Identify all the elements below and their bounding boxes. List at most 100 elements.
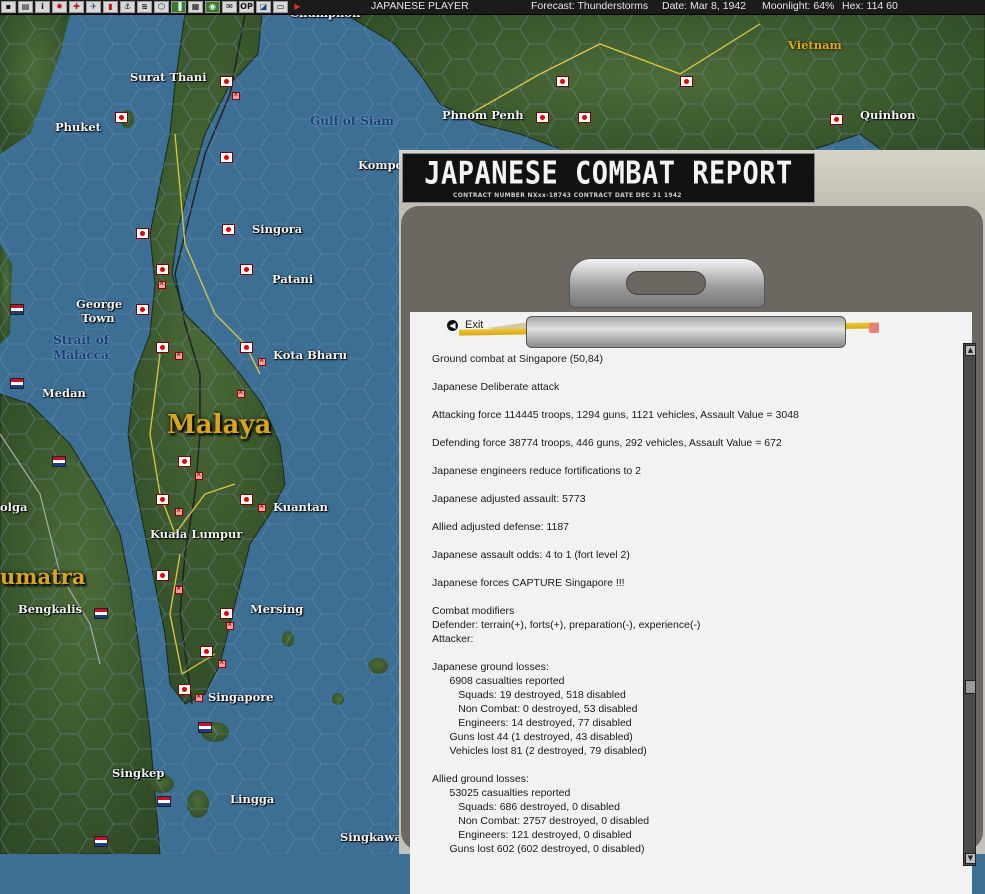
allied-dutch-unit-marker[interactable] [198,722,212,733]
allied-dutch-unit-marker[interactable] [94,608,108,619]
japanese-unit-marker[interactable] [220,76,233,87]
flag-red-icon[interactable]: ▮ [103,1,118,13]
report-line [432,422,952,436]
base-marker[interactable] [226,619,234,630]
japanese-unit-marker[interactable] [680,76,693,87]
map-label-kuantan: Kuantan [273,500,329,514]
report-line: Squads: 19 destroyed, 518 disabled [432,689,626,701]
base-marker[interactable] [258,501,266,512]
disk-icon[interactable]: ▪ [1,1,16,13]
base-marker[interactable] [237,387,245,398]
printer-icon[interactable]: ▤ [18,1,33,13]
report-line [432,562,952,576]
report-line [432,590,952,604]
japanese-unit-marker[interactable] [136,228,149,239]
clipboard: ◀ Exit Ground combat at Singapore (50,84… [401,206,983,894]
map-label-singora: Singora [252,222,303,236]
report-line: Defending force 38774 troops, 446 guns, … [432,437,782,449]
japanese-unit-marker[interactable] [536,112,549,123]
japanese-unit-marker[interactable] [220,152,233,163]
report-line [432,506,952,520]
report-line: Defender: terrain(+), forts(+), preparat… [432,619,701,631]
allied-dutch-unit-marker[interactable] [10,304,24,315]
allied-dutch-unit-marker[interactable] [157,796,171,807]
combat-report-panel: ◀ Exit Ground combat at Singapore (50,84… [399,150,985,894]
japanese-unit-marker[interactable] [240,264,253,275]
report-line: Vehicles lost 81 (2 destroyed, 79 disabl… [432,745,647,757]
japanese-unit-marker[interactable] [240,494,253,505]
japanese-unit-marker[interactable] [578,112,591,123]
japanese-unit-marker[interactable] [156,342,169,353]
next-icon[interactable]: ◪ [256,1,271,13]
map-label-lingga: Lingga [230,792,275,806]
japanese-unit-marker[interactable] [220,608,233,619]
japanese-unit-marker[interactable] [178,456,191,467]
japanese-unit-marker[interactable] [200,646,213,657]
info-icon[interactable]: i [35,1,50,13]
aircraft-icon[interactable]: ✚ [69,1,84,13]
map-label-vietnam: Vietnam [788,38,842,52]
report-line: Attacker: [432,633,474,645]
base-marker[interactable] [175,583,183,594]
map-label-gulf-of-siam: Gulf of Siam [310,114,394,128]
menu-icon[interactable]: ▐ [171,1,186,13]
report-line: Japanese ground losses: [432,661,549,673]
clipboard-bar [526,316,846,348]
japanese-unit-marker[interactable] [156,494,169,505]
naval-icon[interactable]: ✈ [86,1,101,13]
allied-dutch-unit-marker[interactable] [10,378,24,389]
japanese-unit-marker[interactable] [830,114,843,125]
exit-button[interactable]: ◀ Exit [447,318,483,332]
report-scrollbar[interactable]: ▲ ▼ [963,343,976,866]
flag-icon[interactable]: ✸ [52,1,67,13]
scroll-up-button[interactable]: ▲ [965,345,976,356]
japanese-unit-marker[interactable] [115,112,128,123]
base-marker[interactable] [232,89,240,100]
report-line: Allied adjusted defense: 1187 [432,521,569,533]
report-line: Ground combat at Singapore (50,84) [432,353,604,365]
base-marker[interactable] [195,691,203,702]
pen-icon[interactable]: ▭ [273,1,288,13]
report-line [432,394,952,408]
toolbar-icons: ▪ ▤ i ✸ ✚ ✈ ▮ ⚓ ≋ ⬡ ▐ ▦ ◉ ✉ OP ◪ ▭ ▶ [0,0,307,14]
map-icon[interactable]: ≋ [137,1,152,13]
japanese-unit-marker[interactable] [156,570,169,581]
report-text: Ground combat at Singapore (50,84) Japane… [432,352,952,856]
report-line: Non Combat: 2757 destroyed, 0 disabled [432,815,650,827]
scroll-thumb[interactable] [965,680,976,694]
map-label-singkep: Singkep [112,766,165,780]
map-label-phuket: Phuket [55,120,101,134]
report-header-banner: JAPANESE COMBAT REPORT CONTRACT NUMBER N… [402,153,815,203]
report-line: Squads: 686 destroyed, 0 disabled [432,801,620,813]
bridge-icon[interactable]: ◉ [205,1,220,13]
base-marker[interactable] [258,355,266,366]
japanese-unit-marker[interactable] [156,264,169,275]
overview-icon[interactable]: ▦ [188,1,203,13]
base-marker[interactable] [175,505,183,516]
top-toolbar: ▪ ▤ i ✸ ✚ ✈ ▮ ⚓ ≋ ⬡ ▐ ▦ ◉ ✉ OP ◪ ▭ ▶ JAP… [0,0,985,15]
japanese-unit-marker[interactable] [222,224,235,235]
radar-icon[interactable]: ✉ [222,1,237,13]
japanese-unit-marker[interactable] [240,342,253,353]
play-icon[interactable]: ▶ [290,1,305,13]
japanese-unit-marker[interactable] [556,76,569,87]
base-marker[interactable] [175,349,183,360]
japanese-unit-marker[interactable] [136,304,149,315]
hex-icon[interactable]: ⬡ [154,1,169,13]
report-line: 6908 casualties reported [432,675,565,687]
map-label-bengkalis: Bengkalis [18,602,83,616]
base-marker[interactable] [195,469,203,480]
allied-dutch-unit-marker[interactable] [94,836,108,847]
report-line: Japanese assault odds: 4 to 1 (fort leve… [432,549,630,561]
ground-icon[interactable]: ⚓ [120,1,135,13]
report-line: Japanese engineers reduce fortifications… [432,465,641,477]
ops-icon[interactable]: OP [239,1,254,13]
scroll-down-button[interactable]: ▼ [965,853,976,864]
base-marker[interactable] [158,278,166,289]
allied-dutch-unit-marker[interactable] [52,456,66,467]
map-label-singkawang: Singkawa [340,830,402,844]
report-line [432,366,952,380]
japanese-unit-marker[interactable] [178,684,191,695]
map-label-malaya: Malaya [167,410,272,440]
base-marker[interactable] [218,657,226,668]
